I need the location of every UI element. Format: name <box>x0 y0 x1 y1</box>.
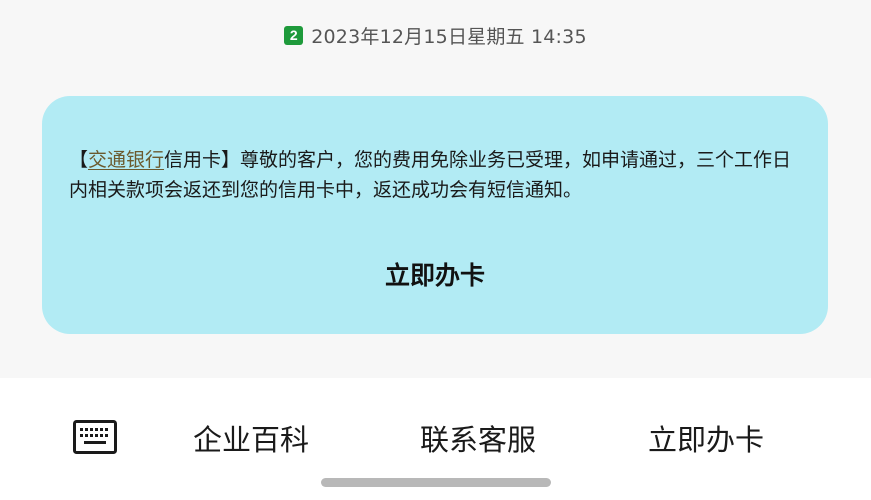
sim-card-icon: 2 <box>284 25 304 45</box>
message-body-text: 信用卡】尊敬的客户，您的费用免除业务已受理，如申请通过，三个工作日内相关款项会返… <box>69 149 792 201</box>
menu-item-apply-card[interactable]: 立即办卡 <box>648 420 764 460</box>
message-timestamp-row: 2 2023年12月15日星期五 14:35 <box>0 22 871 48</box>
menu-item-customer-service[interactable]: 联系客服 <box>420 420 536 460</box>
message-timestamp: 2023年12月15日星期五 14:35 <box>311 25 587 48</box>
keyboard-icon <box>73 420 117 454</box>
keyboard-toggle-button[interactable] <box>73 420 117 454</box>
bank-name-link[interactable]: 交通银行 <box>88 149 164 171</box>
apply-card-action[interactable]: 立即办卡 <box>42 256 828 292</box>
message-thread: 2 2023年12月15日星期五 14:35 【交通银行信用卡】尊敬的客户，您的… <box>0 0 871 378</box>
message-bubble[interactable]: 【交通银行信用卡】尊敬的客户，您的费用免除业务已受理，如申请通过，三个工作日内相… <box>42 96 828 334</box>
message-body-prefix: 【 <box>69 149 89 171</box>
menu-item-company-wiki[interactable]: 企业百科 <box>193 420 309 460</box>
message-body: 【交通银行信用卡】尊敬的客户，您的费用免除业务已受理，如申请通过，三个工作日内相… <box>69 145 799 205</box>
home-indicator-bar[interactable] <box>321 478 551 487</box>
